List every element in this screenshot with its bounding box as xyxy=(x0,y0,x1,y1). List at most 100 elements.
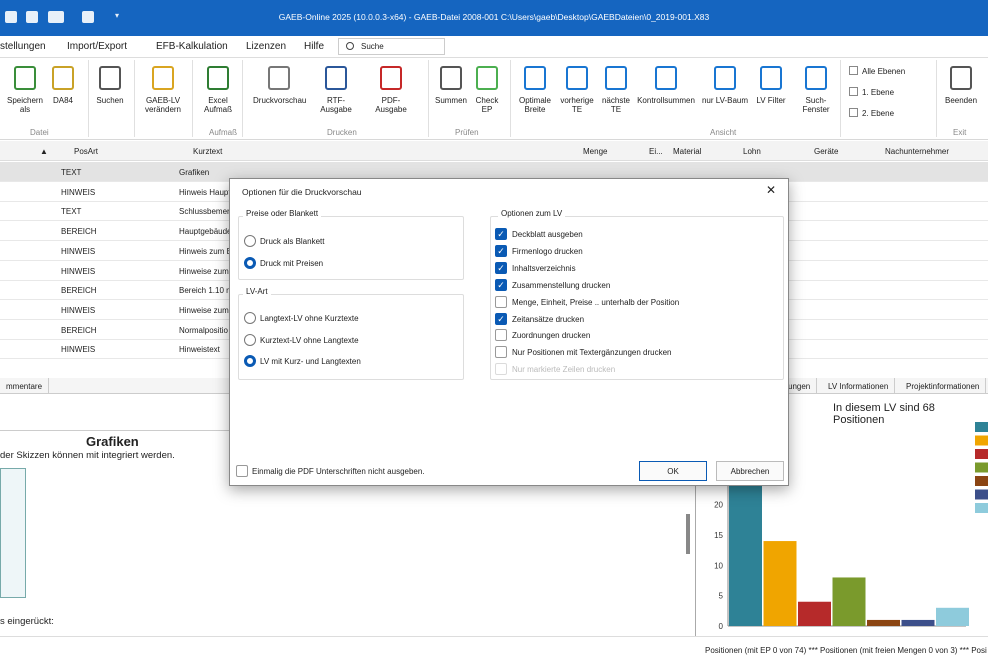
legend-swatch xyxy=(975,422,988,432)
ribbon-label: Summen xyxy=(434,96,467,105)
scrollbar[interactable] xyxy=(686,514,690,554)
ribbon-label: Excel Aufmaß xyxy=(203,96,232,114)
exit-button[interactable]: Beenden xyxy=(944,66,978,105)
save-as-button[interactable]: Speichern als xyxy=(3,66,47,114)
cell-posart: BEREICH xyxy=(61,227,97,237)
legend-swatch xyxy=(975,503,988,513)
col-nachunternehmer[interactable]: Nachunternehmer xyxy=(885,147,949,156)
sums-button[interactable]: Summen xyxy=(434,66,468,105)
y-tick-label: 10 xyxy=(714,561,723,570)
radio-langtext-label: Langtext-LV ohne Kurztexte xyxy=(260,314,359,323)
price-group xyxy=(238,216,464,280)
lv-filter-button[interactable]: LV Filter xyxy=(754,66,788,105)
menu-efb[interactable]: EFB-Kalkulation xyxy=(156,41,228,52)
cell-posart: BEREICH xyxy=(61,325,97,335)
checkbox-option-5[interactable]: ✓ xyxy=(495,312,507,325)
gaeb-lv-edit-icon xyxy=(152,66,174,90)
tab-kommentare[interactable]: mmentare xyxy=(0,378,50,394)
checkbox-option-label: Zusammenstellung drucken xyxy=(512,280,611,290)
col-kurztext[interactable]: Kurztext xyxy=(193,147,222,156)
ribbon-separator xyxy=(192,60,193,137)
ribbon-label: LV Filter xyxy=(756,96,786,105)
search-input[interactable]: Suche xyxy=(338,38,445,55)
col-geraete[interactable]: Geräte xyxy=(814,147,838,156)
y-tick-label: 15 xyxy=(714,531,723,540)
cell-posart: TEXT xyxy=(61,207,82,217)
ribbon-separator xyxy=(428,60,429,137)
previous-te-icon xyxy=(566,66,588,90)
status-bar: Positionen (mit EP 0 von 74) *** Positio… xyxy=(0,636,988,666)
next-te-button[interactable]: nächste TE xyxy=(600,66,632,114)
y-tick-label: 20 xyxy=(714,501,723,510)
tab-projektinformationen[interactable]: Projektinformationen xyxy=(900,378,987,394)
checkbox-option-1[interactable]: ✓ xyxy=(495,244,507,257)
ok-button[interactable]: OK xyxy=(639,461,707,481)
level-1-button[interactable]: 1. Ebene xyxy=(849,87,894,97)
checkbox-option-0[interactable]: ✓ xyxy=(495,228,507,240)
ribbon-separator xyxy=(88,60,89,137)
control-sums-button[interactable]: Kontrollsummen xyxy=(637,66,695,105)
col-material[interactable]: Material xyxy=(673,147,701,156)
ribbon-label: GAEB-LV verändern xyxy=(144,96,182,114)
optimal-width-icon xyxy=(524,66,546,90)
gaeb-lv-edit-button[interactable]: GAEB-LV verändern xyxy=(140,66,186,114)
radio-kurz-lang[interactable] xyxy=(244,355,256,367)
checkbox-option-label: Zuordnungen drucken xyxy=(512,331,591,341)
radio-kurztext-label: Kurztext-LV ohne Langtexte xyxy=(260,336,359,345)
pdf-signatures-label: Einmalig die PDF Unterschriften nicht au… xyxy=(252,467,425,476)
checkbox-option-6[interactable] xyxy=(495,329,507,342)
checkbox-option-8[interactable] xyxy=(495,363,507,376)
preview-title: Grafiken xyxy=(86,434,139,449)
col-menge[interactable]: Menge xyxy=(583,147,607,156)
radio-preise-label: Druck mit Preisen xyxy=(260,259,324,268)
ribbon-label: Kontrollsummen xyxy=(637,96,695,105)
lv-tree-button[interactable]: nur LV-Baum xyxy=(701,66,749,105)
cell-posart: HINWEIS xyxy=(61,187,96,197)
menu-import-export[interactable]: Import/Export xyxy=(67,41,127,52)
optimal-width-button[interactable]: Optimale Breite xyxy=(518,66,552,114)
checkbox-option-3[interactable]: ✓ xyxy=(495,278,507,291)
search-window-button[interactable]: Such-Fenster xyxy=(792,66,840,114)
tab-lv-informationen[interactable]: LV Informationen xyxy=(822,378,896,394)
radio-preise[interactable] xyxy=(244,257,256,269)
col-lohn[interactable]: Lohn xyxy=(743,147,761,156)
cell-kurztext: Hinweistext xyxy=(179,345,220,355)
radio-kurztext[interactable] xyxy=(244,334,256,346)
checkbox-option-label: Inhaltsverzeichnis xyxy=(512,263,576,273)
next-te-icon xyxy=(605,66,627,90)
cancel-button[interactable]: Abbrechen xyxy=(716,461,784,481)
da84-button[interactable]: DA84 xyxy=(50,66,76,105)
radio-blankett[interactable] xyxy=(244,235,256,247)
radio-langtext[interactable] xyxy=(244,312,256,324)
checkbox-option-label: Zeitansätze drucken xyxy=(512,314,585,324)
sort-icon[interactable]: ▲ xyxy=(40,147,48,156)
col-posart[interactable]: PosArt xyxy=(74,147,98,156)
ribbon-group-label: Ansicht xyxy=(710,128,737,137)
cell-posart: HINWEIS xyxy=(61,345,96,355)
check-ep-button[interactable]: Check EP xyxy=(472,66,502,114)
ribbon-label: Check EP xyxy=(475,96,499,114)
menu-licenses[interactable]: Lizenzen xyxy=(246,41,286,52)
excel-aufmass-button[interactable]: Excel Aufmaß xyxy=(198,66,238,114)
grid-header: ▲ PosArt Kurztext Menge Ei... Material L… xyxy=(0,141,988,161)
close-icon[interactable]: ✕ xyxy=(766,183,776,197)
radio-blankett-label: Druck als Blankett xyxy=(260,237,325,246)
ribbon-label: PDF-Ausgabe xyxy=(375,96,407,114)
menu-settings[interactable]: stellungen xyxy=(0,41,46,52)
checkbox-option-7[interactable] xyxy=(495,346,507,359)
level-2-button[interactable]: 2. Ebene xyxy=(849,108,894,118)
pdf-export-button[interactable]: PDF-Ausgabe xyxy=(367,66,415,114)
menu-help[interactable]: Hilfe xyxy=(304,41,324,52)
ribbon-label: nur LV-Baum xyxy=(701,96,749,105)
search-button[interactable]: Suchen xyxy=(94,66,126,105)
status-text: Positionen (mit EP 0 von 74) *** Positio… xyxy=(705,646,987,655)
level-0-button[interactable]: Alle Ebenen xyxy=(849,66,905,76)
rtf-export-button[interactable]: RTF-Ausgabe xyxy=(312,66,360,114)
col-einheit[interactable]: Ei... xyxy=(649,147,663,156)
checkbox-pdf-signatures[interactable] xyxy=(236,465,248,477)
save-as-icon xyxy=(14,66,36,90)
print-preview-button[interactable]: Druckvorschau xyxy=(253,66,306,105)
checkbox-option-4[interactable] xyxy=(495,295,507,308)
previous-te-button[interactable]: vorherige TE xyxy=(560,66,594,114)
checkbox-option-2[interactable]: ✓ xyxy=(495,261,507,274)
